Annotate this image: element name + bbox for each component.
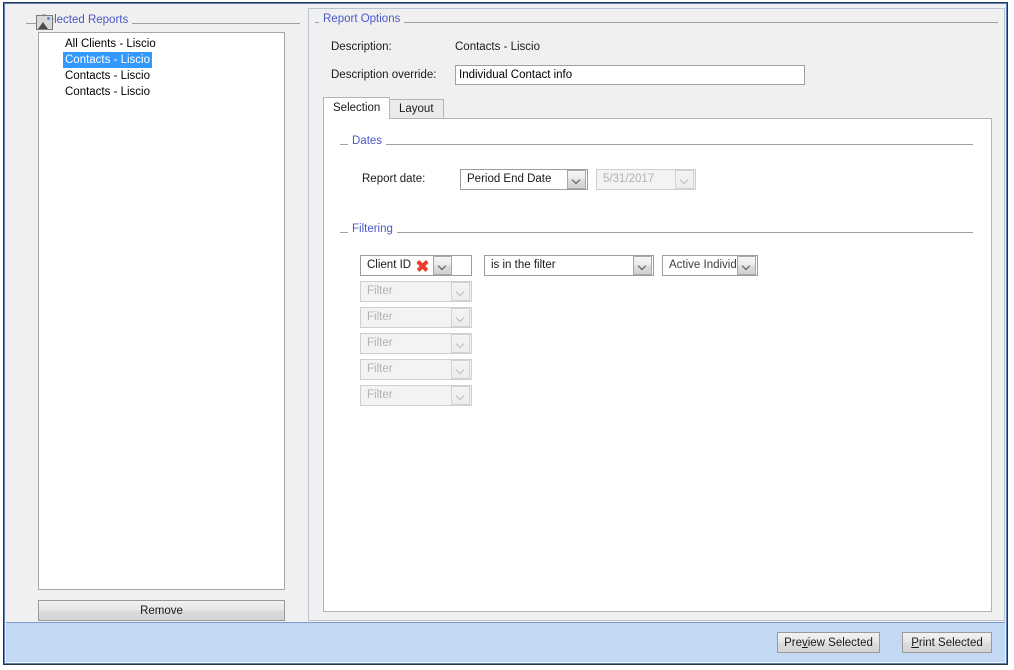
chevron-down-icon <box>675 170 694 189</box>
report-date-mode-dropdown[interactable]: Period End Date <box>460 169 588 190</box>
report-options-group: Report Options Description: Contacts - L… <box>315 13 998 613</box>
chevron-down-icon <box>451 308 470 327</box>
image-placeholder-icon <box>36 15 53 30</box>
selection-tab-panel: Dates Report date: Period End Date 5/31/… <box>323 118 992 612</box>
print-label-post: rint Selected <box>918 636 983 649</box>
list-item[interactable]: All Clients - Liscio <box>39 36 284 52</box>
filter-empty-placeholder: Filter <box>367 389 393 401</box>
report-date-label: Report date: <box>362 173 426 185</box>
selected-reports-group: Selected Reports All Clients - Liscio Co… <box>26 14 300 622</box>
list-item-label: All Clients - Liscio <box>65 38 156 50</box>
application-window: Selected Reports All Clients - Liscio Co… <box>3 2 1008 665</box>
image-icon-sun <box>47 17 50 20</box>
report-date-value-text: 5/31/2017 <box>603 173 655 185</box>
chevron-down-icon[interactable] <box>433 256 453 275</box>
chevron-down-icon[interactable] <box>633 256 652 275</box>
preview-label-pre: Pre <box>784 636 802 649</box>
filter-operator-value: is in the filter <box>491 259 556 271</box>
list-item-label: Contacts - Liscio <box>63 52 153 68</box>
filter-empty-placeholder: Filter <box>367 337 393 349</box>
chevron-down-icon <box>451 334 470 353</box>
report-date-mode-value: Period End Date <box>467 173 552 185</box>
dates-group: Dates Report date: Period End Date 5/31/… <box>340 135 973 195</box>
tab-layout[interactable]: Layout <box>389 99 444 118</box>
filter-empty-placeholder: Filter <box>367 363 393 375</box>
description-override-label: Description override: <box>331 69 437 81</box>
description-override-input[interactable] <box>455 65 805 85</box>
remove-button[interactable]: Remove <box>38 600 285 621</box>
filter-field-dropdown[interactable]: Client ID <box>360 255 472 276</box>
tab-strip: Selection Layout <box>323 97 998 119</box>
group-divider-line <box>315 22 998 23</box>
preview-label-post: iew Selected <box>807 636 873 649</box>
filter-empty-dropdown: Filter <box>360 307 472 328</box>
filter-field-value: Client ID <box>367 259 412 271</box>
print-label-mnemonic: P <box>911 636 919 649</box>
filter-empty-dropdown: Filter <box>360 359 472 380</box>
filter-value-text: Active Individua <box>669 259 737 271</box>
filter-empty-placeholder: Filter <box>367 285 393 297</box>
group-divider-line <box>340 232 973 233</box>
list-item[interactable]: Contacts - Liscio <box>39 52 284 68</box>
print-selected-button[interactable]: Print Selected <box>902 632 992 653</box>
dates-caption: Dates <box>348 135 387 148</box>
description-label: Description: <box>331 41 392 53</box>
red-x-delete-icon[interactable] <box>415 258 431 273</box>
group-divider-line <box>340 144 973 145</box>
filter-empty-dropdown: Filter <box>360 281 472 302</box>
chevron-down-icon[interactable] <box>737 256 756 275</box>
filter-empty-dropdown: Filter <box>360 385 472 406</box>
report-date-value-dropdown: 5/31/2017 <box>596 169 696 190</box>
report-options-caption: Report Options <box>319 13 405 26</box>
window-body: Selected Reports All Clients - Liscio Co… <box>5 4 1006 663</box>
filter-empty-placeholder: Filter <box>367 311 393 323</box>
bottom-action-bar: Preview Selected Print Selected <box>6 622 1005 662</box>
reports-listbox[interactable]: All Clients - Liscio Contacts - Liscio C… <box>38 32 285 590</box>
preview-selected-button[interactable]: Preview Selected <box>777 632 880 653</box>
tab-selection[interactable]: Selection <box>323 97 391 119</box>
filtering-caption: Filtering <box>348 223 397 236</box>
list-item-label: Contacts - Liscio <box>65 86 151 98</box>
report-options-pane: Report Options Description: Contacts - L… <box>308 8 1005 621</box>
filtering-group: Filtering Client ID is in the filter Act… <box>340 223 973 423</box>
selected-reports-pane: Selected Reports All Clients - Liscio Co… <box>12 8 300 621</box>
image-icon-mountain <box>38 22 48 29</box>
chevron-down-icon[interactable] <box>567 170 586 189</box>
filter-operator-dropdown[interactable]: is in the filter <box>484 255 654 276</box>
description-value: Contacts - Liscio <box>455 41 541 53</box>
filter-value-dropdown[interactable]: Active Individua <box>662 255 758 276</box>
chevron-down-icon <box>451 360 470 379</box>
list-item[interactable]: Contacts - Liscio <box>39 68 284 84</box>
chevron-down-icon <box>451 386 470 405</box>
filter-empty-dropdown: Filter <box>360 333 472 354</box>
list-item-label: Contacts - Liscio <box>65 70 151 82</box>
list-item[interactable]: Contacts - Liscio <box>39 84 284 100</box>
chevron-down-icon <box>451 282 470 301</box>
